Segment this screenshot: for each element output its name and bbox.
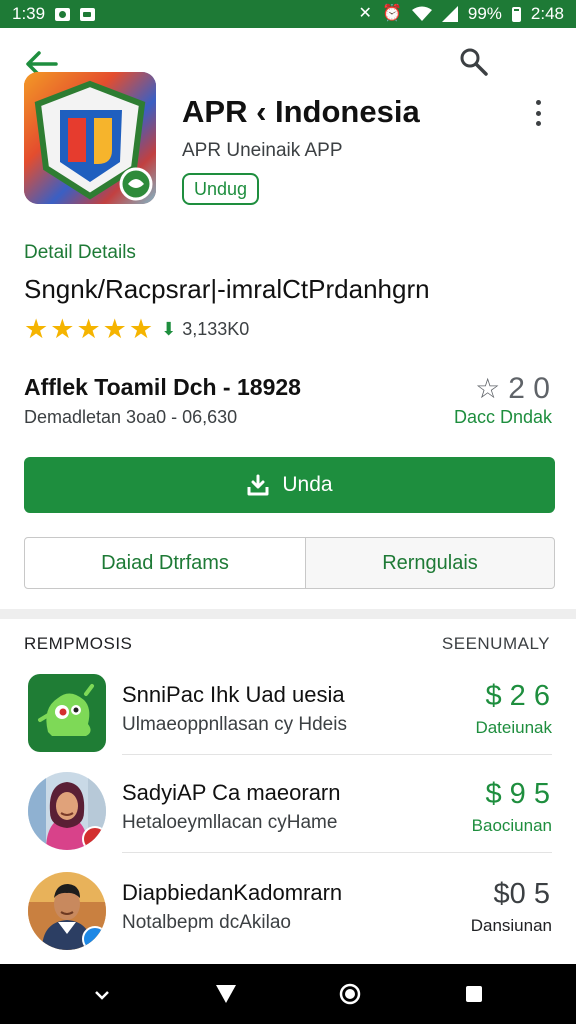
install-label: Unda (282, 473, 333, 496)
section-heading: REMPMOSIS (24, 634, 133, 653)
list-item[interactable]: SnniPac Ihk Uad uesia Ulmaeoppnllasan cy… (0, 674, 576, 774)
status-clock: 2:48 (530, 4, 564, 23)
rating-count: 3,133K0 (182, 319, 250, 339)
list-item[interactable]: DiapbiedanKadomrarn Notalbepm dcAkilao $… (0, 872, 576, 972)
info-subtitle: Demadletan 3oa0 - 06,630 (24, 407, 238, 427)
download-count-icon: ⬇ (161, 319, 177, 339)
status-bar: 1:39 ✕ ⏰ 99% 2:48 (0, 0, 576, 28)
install-button[interactable]: Unda (24, 457, 555, 513)
app-icon (24, 72, 156, 204)
list-item-price-label: Baociunan (471, 816, 552, 835)
app-thumbnail (28, 674, 106, 752)
favorite-button[interactable]: ☆ 2 0 (475, 372, 550, 406)
download-chip[interactable]: Undug (182, 173, 260, 205)
list-item-price-label: Dateiunak (475, 718, 552, 737)
badge-icon (82, 926, 106, 950)
list-item-price: $ 2 6 (485, 680, 551, 712)
list-item-price-label: Dansiunan (470, 916, 552, 935)
see-more-link[interactable]: SEENUMALY (442, 634, 550, 654)
nfc-icon: ✕ (358, 5, 372, 22)
avatar (28, 772, 106, 850)
nav-recents-icon[interactable] (460, 980, 488, 1008)
list-item-name: SnniPac Ihk Uad uesia (122, 682, 345, 707)
wifi-icon (411, 6, 432, 21)
list-item-desc: Notalbepm dcAkilao (122, 912, 291, 933)
navigation-bar (0, 964, 576, 1024)
nav-home-icon[interactable] (336, 980, 364, 1008)
search-icon[interactable] (458, 46, 490, 78)
info-title: Afflek Toamil Dch - 18928 (24, 374, 301, 400)
details-button[interactable]: Daiad Dtrfams (24, 537, 306, 589)
list-item-price: $ 9 5 (485, 778, 551, 810)
more-options-icon[interactable] (528, 96, 548, 130)
star-icon: ★ (102, 314, 127, 344)
detail-label: Detail Details (24, 242, 136, 263)
battery-percent: 99% (467, 4, 502, 23)
star-outline-icon: ☆ (475, 373, 501, 404)
list-item-desc: Ulmaeoppnllasan cy Hdeis (122, 714, 347, 735)
favorite-count: 2 0 (508, 372, 550, 405)
reviews-button[interactable]: Rerngulais (305, 537, 555, 589)
alarm-icon: ⏰ (381, 5, 402, 22)
section-divider (0, 609, 576, 619)
rating-row: ★ ★ ★ ★ ★ ⬇ 3,133K0 (24, 316, 249, 343)
star-icon: ★ (76, 314, 101, 344)
list-item[interactable]: SadyiAP Ca maeorarn Hetaloeymllacan cyHa… (0, 772, 576, 872)
notification-icon (55, 7, 71, 21)
camera-notification-icon (80, 7, 96, 21)
list-item-price: $0 5 (493, 878, 550, 910)
detail-title: Sngnk/Racpsrar|-imralCtPrdanhgrn (24, 274, 430, 304)
nav-back-triangle-icon[interactable] (212, 980, 240, 1008)
badge-icon (82, 826, 106, 850)
app-title: APR ‹ Indonesia (182, 94, 420, 129)
favorite-label: Dacc Dndak (453, 407, 552, 427)
list-item-name: SadyiAP Ca maeorarn (122, 780, 341, 805)
list-item-name: DiapbiedanKadomrarn (122, 880, 343, 905)
signal-icon (441, 6, 458, 22)
list-item-desc: Hetaloeymllacan cyHame (122, 812, 338, 833)
star-icon: ★ (24, 314, 49, 344)
install-icon (247, 474, 269, 496)
app-developer: APR Uneinaik APP (182, 140, 343, 161)
list-separator (122, 754, 552, 755)
list-separator (122, 852, 552, 853)
star-icon: ★ (128, 314, 154, 344)
star-icon: ★ (50, 314, 75, 344)
status-time: 1:39 (12, 4, 46, 23)
avatar (28, 872, 106, 950)
battery-icon (511, 6, 521, 22)
nav-back-icon[interactable] (88, 980, 116, 1008)
